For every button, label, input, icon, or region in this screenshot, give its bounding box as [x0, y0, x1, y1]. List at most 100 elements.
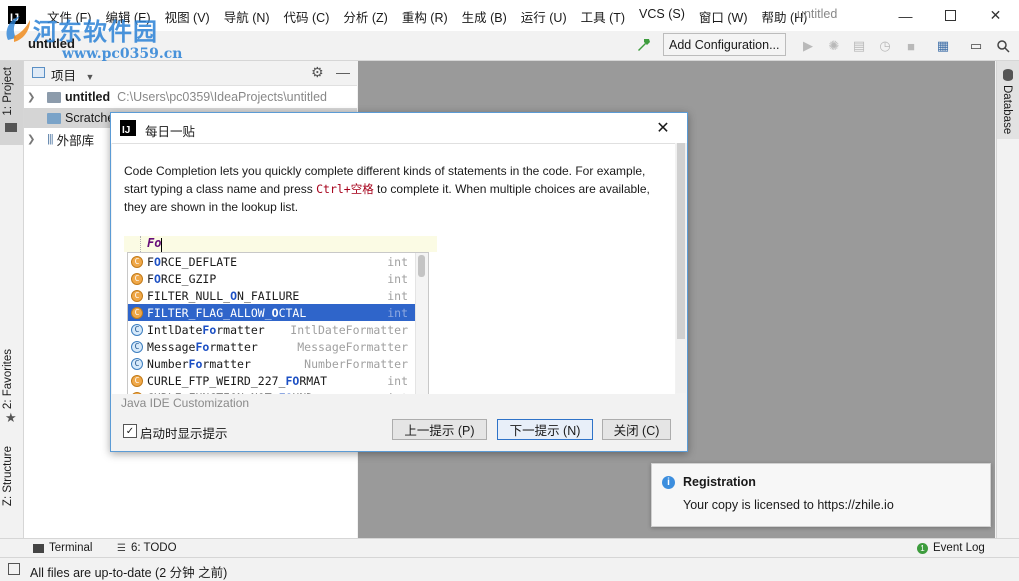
- todo-list-icon: ☰: [117, 542, 126, 554]
- todo-tool-button[interactable]: ☰ 6: TODO: [117, 542, 177, 554]
- tab-database[interactable]: Database: [1001, 85, 1013, 134]
- notification-title: Registration: [683, 475, 756, 489]
- close-dialog-button[interactable]: 关闭 (C): [602, 419, 671, 440]
- completion-item[interactable]: C NumberFormatter NumberFormatter: [128, 355, 415, 372]
- registration-notification[interactable]: i Registration Your copy is licensed to …: [651, 463, 991, 527]
- tip-text: Code Completion lets you quickly complet…: [124, 162, 654, 216]
- completion-item[interactable]: C MessageFormatter MessageFormatter: [128, 338, 415, 355]
- completion-name-part: IntlDate: [147, 322, 203, 337]
- menu-run[interactable]: 运行 (U): [514, 7, 574, 26]
- gear-icon[interactable]: ⚙: [311, 64, 324, 81]
- menu-window[interactable]: 窗口 (W): [692, 7, 755, 26]
- minimize-button[interactable]: —: [883, 0, 928, 31]
- menu-build[interactable]: 生成 (B): [455, 7, 514, 26]
- class-icon: C: [131, 323, 143, 336]
- completion-type: NumberFormatter: [304, 356, 408, 371]
- scrollbar-thumb[interactable]: [418, 255, 425, 277]
- close-window-button[interactable]: ✕: [973, 0, 1018, 31]
- completion-name-part: RCE_GZIP: [160, 271, 217, 286]
- menu-code[interactable]: 代码 (C): [277, 7, 337, 26]
- menu-tools[interactable]: 工具 (T): [574, 7, 632, 26]
- hide-panel-icon[interactable]: —: [336, 64, 350, 80]
- menu-analyze[interactable]: 分析 (Z): [336, 7, 394, 26]
- build-hammer-icon[interactable]: [636, 37, 652, 53]
- tip-scrollbar[interactable]: [676, 143, 686, 393]
- completion-name: MessageFormatter: [147, 340, 297, 354]
- menu-navigate[interactable]: 导航 (N): [217, 7, 277, 26]
- run-icon[interactable]: ▶: [800, 38, 816, 54]
- next-tip-button[interactable]: 下一提示 (N): [497, 419, 593, 440]
- show-on-startup-checkbox[interactable]: ✓: [123, 424, 137, 438]
- completion-type: int: [387, 391, 415, 395]
- completion-match: FO: [279, 391, 293, 395]
- completion-match: O: [271, 305, 279, 320]
- stop-icon[interactable]: ■: [903, 38, 919, 54]
- add-configuration-button[interactable]: Add Configuration...: [663, 33, 786, 56]
- menu-vcs[interactable]: VCS (S): [632, 7, 692, 26]
- presentation-icon[interactable]: ▭: [968, 38, 984, 54]
- completion-match: O: [153, 254, 161, 269]
- profile-icon[interactable]: ◷: [877, 38, 893, 54]
- tab-project[interactable]: 1: Project: [2, 67, 14, 116]
- tab-favorites-label: 2: Favorites: [2, 349, 14, 410]
- terminal-icon: [33, 543, 44, 553]
- tree-item-untitled[interactable]: ❯ untitled C:\Users\pc0359\IdeaProjects\…: [24, 87, 357, 107]
- coverage-icon[interactable]: ▤: [851, 38, 867, 54]
- tree-item-label: 外部库: [56, 133, 95, 148]
- maximize-button[interactable]: [928, 0, 973, 31]
- completion-scrollbar[interactable]: [415, 253, 428, 394]
- dialog-close-button[interactable]: ✕: [651, 117, 675, 139]
- tip-of-the-day-dialog: IJ 每日一贴 ✕ Code Completion lets you quick…: [110, 112, 688, 452]
- completion-match: FO: [285, 373, 300, 388]
- terminal-label: Terminal: [49, 542, 93, 554]
- completion-name-part: Number: [147, 356, 189, 371]
- menu-refactor[interactable]: 重构 (R): [395, 7, 455, 26]
- completion-match: O: [153, 271, 161, 286]
- completion-name: IntlDateFormatter: [147, 323, 290, 337]
- completion-item[interactable]: C IntlDateFormatter IntlDateFormatter: [128, 321, 415, 338]
- chevron-right-icon[interactable]: ❯: [27, 92, 41, 103]
- close-icon: ✕: [656, 120, 670, 137]
- completion-item[interactable]: C FILTER_NULL_ON_FAILURE int: [128, 287, 415, 304]
- completion-name-part: UND: [292, 391, 313, 395]
- tab-structure[interactable]: Z: Structure: [2, 446, 14, 506]
- status-bar: All files are up-to-date (2 分钟 之前): [0, 557, 1019, 580]
- info-icon: i: [662, 476, 675, 489]
- event-log-button[interactable]: 1 Event Log: [917, 542, 985, 554]
- status-toggle-icon[interactable]: [8, 563, 20, 575]
- project-view-selector[interactable]: 项目 ▼: [51, 65, 94, 84]
- menu-view[interactable]: 视图 (V): [158, 7, 217, 26]
- tab-favorites[interactable]: 2: Favorites: [2, 349, 14, 409]
- notification-body: Your copy is licensed to https://zhile.i…: [683, 498, 894, 512]
- completion-name-part: F: [147, 254, 154, 269]
- completion-name-part: CURLE_FTP_WEIRD_227_: [147, 373, 286, 388]
- completion-item[interactable]: C FORCE_DEFLATE int: [128, 253, 415, 270]
- debug-icon[interactable]: ✺: [826, 38, 842, 54]
- constant-icon: C: [131, 391, 143, 394]
- project-structure-icon[interactable]: ▦: [935, 38, 951, 54]
- tree-item-label: untitled: [65, 90, 111, 104]
- completion-name-part: F: [147, 271, 154, 286]
- show-on-startup-label[interactable]: 启动时显示提示: [140, 423, 228, 442]
- scrollbar-thumb[interactable]: [677, 143, 685, 339]
- completion-match: O: [230, 288, 238, 303]
- project-folder-icon: [5, 123, 17, 132]
- tip-content: Code Completion lets you quickly complet…: [112, 143, 675, 394]
- dialog-title-bar: IJ 每日一贴 ✕: [111, 113, 687, 143]
- completion-type: int: [387, 305, 408, 320]
- tab-project-label: 1: Project: [2, 67, 14, 116]
- terminal-tool-button[interactable]: Terminal: [33, 542, 92, 554]
- completion-match: Fo: [202, 322, 217, 337]
- completion-item[interactable]: C FILTER_FLAG_ALLOW_OCTAL int: [128, 304, 415, 321]
- module-folder-icon: [47, 91, 61, 103]
- tree-item-path: C:\Users\pc0359\IdeaProjects\untitled: [117, 90, 327, 104]
- completion-item[interactable]: C CURLE_FTP_WEIRD_227_FORMAT int: [128, 372, 415, 389]
- completion-name-part: rmatter: [216, 322, 265, 337]
- completion-item[interactable]: C CURLE_FUNCTION_NOT_FOUNDint: [128, 389, 415, 394]
- previous-tip-button[interactable]: 上一提示 (P): [392, 419, 487, 440]
- dialog-title: 每日一贴: [145, 125, 196, 139]
- search-icon[interactable]: [995, 38, 1011, 54]
- completion-item[interactable]: C FORCE_GZIP int: [128, 270, 415, 287]
- completion-name: CURLE_FUNCTION_NOT_FOUND: [147, 391, 387, 395]
- chevron-right-icon[interactable]: ❯: [27, 134, 41, 145]
